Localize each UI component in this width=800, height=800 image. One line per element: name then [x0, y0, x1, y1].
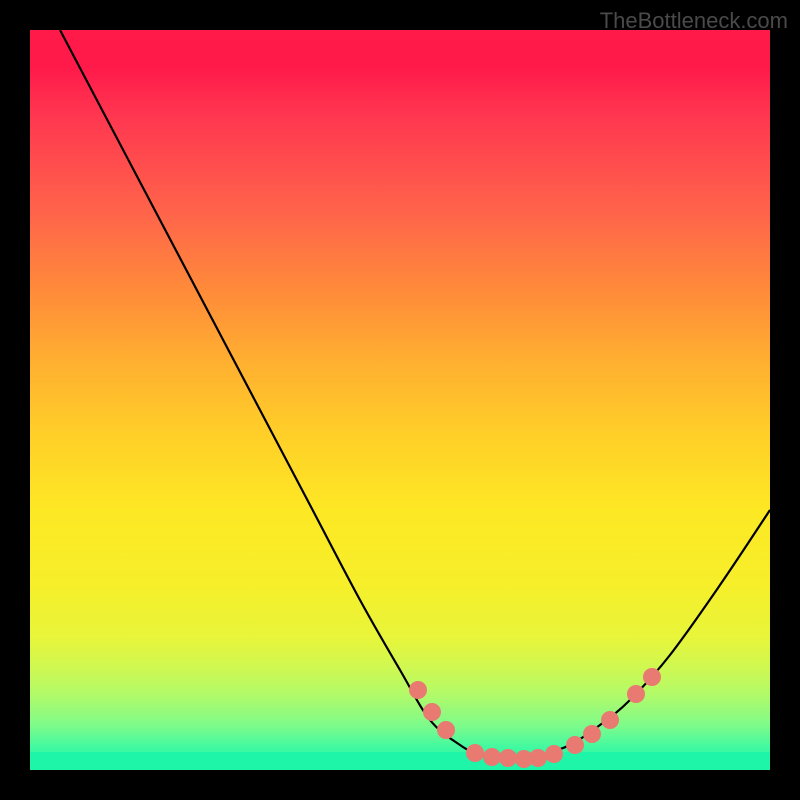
chart-plot-area	[30, 30, 770, 770]
data-marker	[627, 685, 645, 703]
marker-group	[409, 668, 661, 768]
data-marker	[643, 668, 661, 686]
data-marker	[545, 745, 563, 763]
data-marker	[409, 681, 427, 699]
chart-svg	[30, 30, 770, 770]
data-marker	[437, 721, 455, 739]
data-marker	[483, 748, 501, 766]
attribution-text: TheBottleneck.com	[600, 8, 788, 34]
data-marker	[466, 744, 484, 762]
data-marker	[566, 736, 584, 754]
data-marker	[601, 711, 619, 729]
data-marker	[423, 703, 441, 721]
data-marker	[529, 749, 547, 767]
bottleneck-curve	[60, 30, 770, 758]
data-marker	[583, 725, 601, 743]
data-marker	[499, 749, 517, 767]
